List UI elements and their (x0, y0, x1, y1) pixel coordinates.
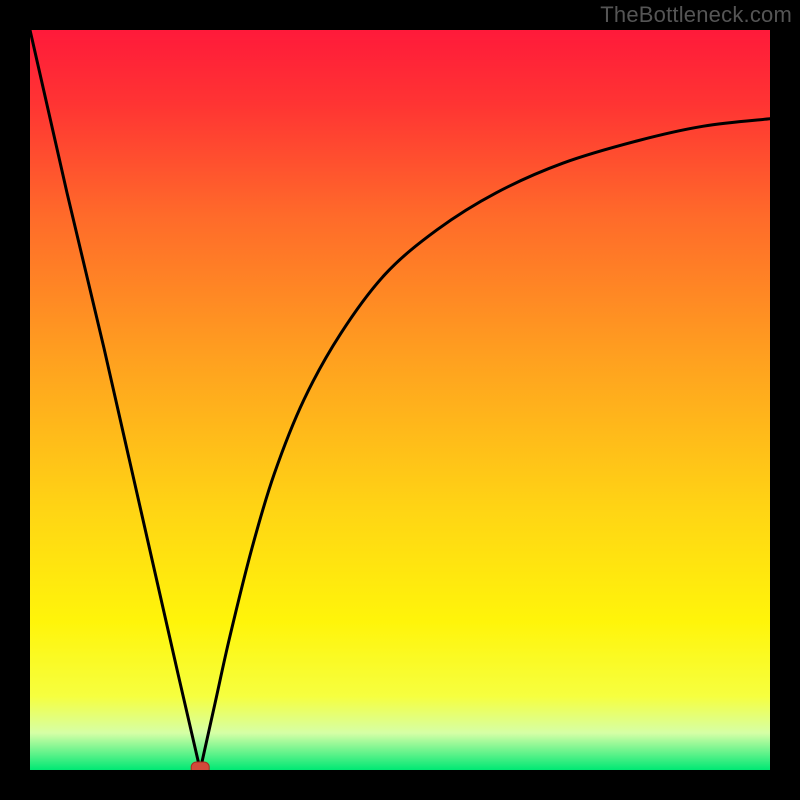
chart-frame: TheBottleneck.com (0, 0, 800, 800)
min-marker (191, 762, 209, 770)
chart-svg (30, 30, 770, 770)
plot-area (30, 30, 770, 770)
watermark-label: TheBottleneck.com (600, 2, 792, 28)
gradient-background (30, 30, 770, 770)
